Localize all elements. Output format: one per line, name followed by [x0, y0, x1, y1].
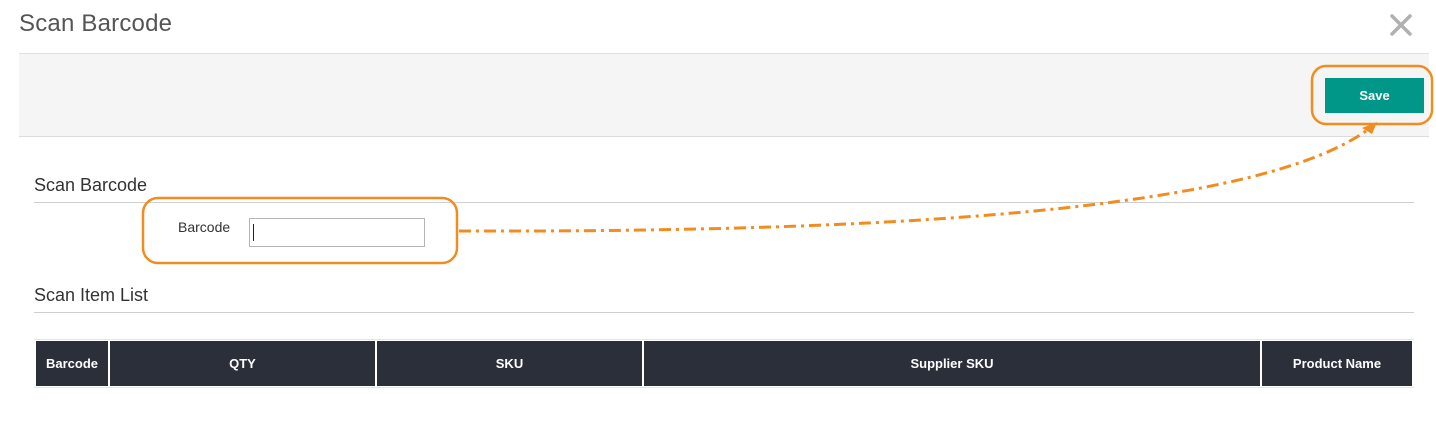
column-header-qty[interactable]: QTY	[110, 341, 375, 386]
annotation-connector	[458, 126, 1371, 233]
barcode-input[interactable]	[249, 218, 425, 247]
list-section-divider	[34, 312, 1414, 313]
scan-barcode-modal: Scan Barcode Save Scan Barcode Barcode S…	[0, 0, 1436, 424]
save-button[interactable]: Save	[1325, 78, 1424, 113]
scan-section-divider	[34, 202, 1414, 203]
scan-section-title: Scan Barcode	[34, 175, 148, 195]
text-cursor	[253, 224, 254, 241]
scan-item-table: Barcode QTY SKU Supplier SKU Product Nam…	[34, 339, 1414, 388]
barcode-label: Barcode	[178, 219, 231, 235]
modal-toolbar	[19, 53, 1429, 137]
close-icon[interactable]	[1387, 11, 1415, 39]
column-header-barcode[interactable]: Barcode	[36, 341, 108, 386]
table-header-row: Barcode QTY SKU Supplier SKU Product Nam…	[36, 341, 1412, 386]
modal-title: Scan Barcode	[19, 10, 173, 37]
column-header-product-name[interactable]: Product Name	[1262, 341, 1412, 386]
column-header-sku[interactable]: SKU	[377, 341, 642, 386]
list-section-title: Scan Item List	[34, 285, 149, 305]
column-header-supplier-sku[interactable]: Supplier SKU	[644, 341, 1260, 386]
